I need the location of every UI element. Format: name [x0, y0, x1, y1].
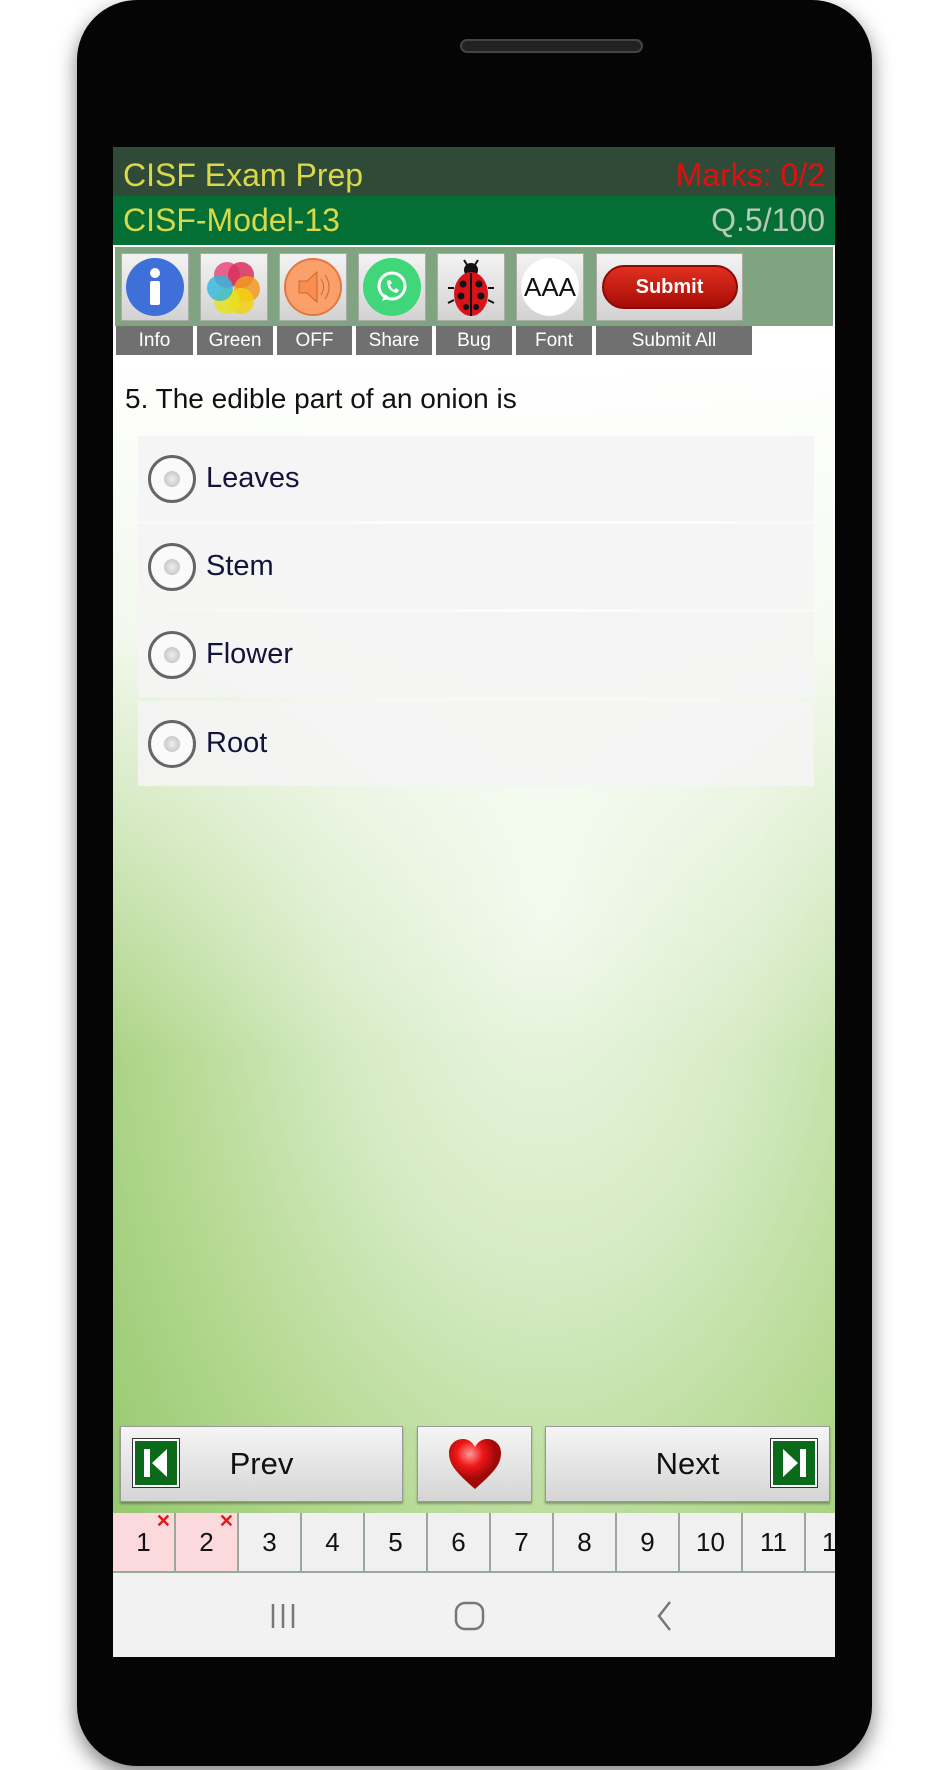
question-number: 10 [696, 1526, 725, 1557]
recent-apps-icon[interactable] [268, 1601, 298, 1631]
label-green[interactable]: Green [197, 326, 273, 355]
question-number: 8 [577, 1526, 592, 1557]
question-cell-12[interactable]: 12 [806, 1513, 835, 1571]
label-font[interactable]: Font [516, 326, 592, 355]
question-cell-4[interactable]: 4 [302, 1513, 365, 1571]
green-theme-button[interactable] [200, 253, 268, 321]
question-cell-10[interactable]: 10 [680, 1513, 743, 1571]
speaker-grille [460, 39, 643, 53]
option-label: Flower [206, 638, 294, 670]
label-share[interactable]: Share [356, 326, 432, 355]
color-palette-icon [207, 262, 260, 314]
option-root[interactable]: Root [138, 701, 814, 786]
question-number-strip: 1✕2✕3456789101112 [113, 1511, 835, 1573]
bug-report-button[interactable] [437, 253, 505, 321]
question-counter: Q.5/100 [711, 202, 825, 238]
option-flower[interactable]: Flower [138, 612, 814, 697]
radio-button[interactable] [148, 542, 196, 591]
question-cell-7[interactable]: 7 [491, 1513, 554, 1571]
font-size-button[interactable]: AAA [516, 253, 584, 321]
test-header: CISF-Model-13 Q.5/100 [113, 196, 835, 245]
prev-label: Prev [229, 1446, 294, 1481]
font-icon-text: AAA [523, 271, 577, 302]
option-label: Stem [206, 550, 274, 582]
test-name: CISF-Model-13 [123, 202, 340, 238]
question-cell-6[interactable]: 6 [428, 1513, 491, 1571]
question-cell-11[interactable]: 11 [743, 1513, 806, 1571]
label-info[interactable]: Info [116, 326, 193, 355]
wrong-mark-icon: ✕ [218, 1511, 234, 1531]
wrong-mark-icon: ✕ [155, 1511, 171, 1531]
question-cell-3[interactable]: 3 [239, 1513, 302, 1571]
submit-button[interactable]: Submit [601, 265, 738, 309]
app-header: CISF Exam Prep Marks: 0/2 [113, 147, 835, 196]
skip-forward-icon [770, 1438, 818, 1488]
question-number: 11 [760, 1526, 787, 1557]
sound-toggle-button[interactable] [279, 253, 347, 321]
marks-display: Marks: 0/2 [675, 157, 825, 193]
question-cell-8[interactable]: 8 [554, 1513, 617, 1571]
radio-button[interactable] [148, 719, 196, 768]
question-number: 9 [640, 1526, 655, 1557]
question-text: 5. The edible part of an onion is [125, 383, 517, 414]
favorite-button[interactable] [417, 1426, 532, 1502]
radio-button[interactable] [148, 630, 196, 679]
question-cell-2[interactable]: 2 ✕ [176, 1511, 239, 1571]
label-bug[interactable]: Bug [436, 326, 512, 355]
whatsapp-icon [363, 258, 421, 316]
toolbar-labels: Info Green OFF Share Bug Font Submit All [113, 326, 835, 355]
toolbar: AAA Submit [113, 245, 835, 326]
skip-back-icon [132, 1438, 180, 1488]
label-submit-all[interactable]: Submit All [596, 326, 752, 355]
info-icon [126, 258, 184, 316]
submit-label: Submit [635, 275, 704, 298]
back-icon[interactable] [653, 1599, 677, 1633]
question-cell-9[interactable]: 9 [617, 1513, 680, 1571]
option-label: Leaves [206, 462, 300, 494]
question-number: 12 [822, 1526, 835, 1557]
question-number: 6 [451, 1526, 466, 1557]
option-label: Root [206, 727, 268, 759]
prev-button[interactable]: Prev [120, 1426, 403, 1502]
option-stem[interactable]: Stem [138, 524, 814, 609]
label-off[interactable]: OFF [277, 326, 352, 355]
radio-button[interactable] [148, 454, 196, 503]
home-icon[interactable] [453, 1599, 487, 1633]
heart-icon [448, 1439, 501, 1489]
question-cell-5[interactable]: 5 [365, 1513, 428, 1571]
system-navigation-bar [113, 1573, 835, 1657]
question-number: 1 [136, 1526, 151, 1557]
submit-button-wrap: Submit [596, 253, 743, 321]
question-number: 7 [514, 1526, 529, 1557]
speaker-icon [284, 258, 342, 316]
ladybug-icon [447, 259, 495, 316]
question-number: 5 [388, 1526, 403, 1557]
next-button[interactable]: Next [545, 1426, 830, 1502]
question-cell-1[interactable]: 1 ✕ [113, 1511, 176, 1571]
next-label: Next [655, 1446, 720, 1481]
share-button[interactable] [358, 253, 426, 321]
question-number: 3 [262, 1526, 277, 1557]
question-number: 2 [199, 1526, 214, 1557]
info-button[interactable] [121, 253, 189, 321]
font-size-icon: AAA [521, 258, 579, 316]
question-number: 4 [325, 1526, 340, 1557]
app-screen: CISF Exam Prep Marks: 0/2 CISF-Model-13 … [113, 147, 835, 1657]
option-leaves[interactable]: Leaves [138, 436, 814, 521]
app-title: CISF Exam Prep [123, 157, 364, 193]
